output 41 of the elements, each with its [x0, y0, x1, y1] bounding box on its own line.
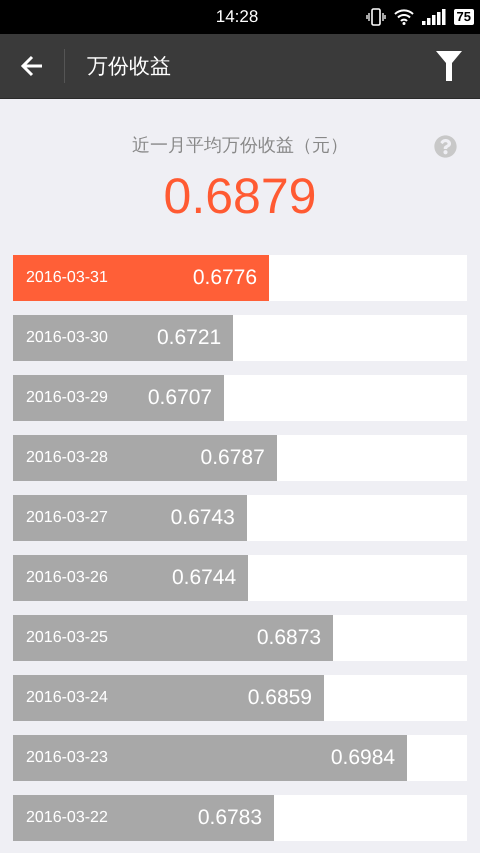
bar-track[interactable]: 2016-03-30 0.6721 [13, 315, 467, 361]
bar-value: 0.6721 [156, 326, 222, 350]
bar-date: 2016-03-25 [26, 629, 108, 647]
bar-date: 2016-03-27 [26, 509, 108, 527]
bar-track[interactable]: 2016-03-25 0.6873 [13, 615, 467, 661]
bar-track[interactable]: 2016-03-26 0.6744 [13, 555, 467, 601]
bar-date: 2016-03-26 [26, 569, 108, 587]
bar-date: 2016-03-30 [26, 329, 108, 347]
bar-value: 0.6744 [172, 566, 236, 590]
filter-icon [436, 51, 462, 81]
bar-track[interactable]: 2016-03-31 0.6776 [13, 255, 467, 301]
bar-track[interactable]: 2016-03-28 0.6787 [13, 435, 467, 481]
bar-value: 0.6787 [200, 446, 265, 470]
summary-label: 近一月平均万份收益（元） [132, 134, 348, 157]
bar-date: 2016-03-28 [26, 449, 108, 467]
bar-date: 2016-03-22 [26, 809, 108, 827]
bar-value: 0.6873 [256, 626, 322, 650]
battery-level: 75 [454, 9, 474, 25]
bar-track[interactable]: 2016-03-22 0.6783 [13, 795, 467, 841]
wifi-icon [394, 9, 414, 25]
bar-value: 0.6743 [170, 506, 235, 530]
vibrate-icon [366, 7, 386, 27]
signal-icon [422, 9, 446, 25]
bar-date: 2016-03-24 [26, 689, 108, 707]
bar-date: 2016-03-29 [26, 389, 108, 407]
bar-date: 2016-03-31 [26, 269, 108, 287]
back-arrow-icon [20, 55, 44, 77]
bar-value: 0.6783 [198, 806, 262, 830]
filter-button[interactable] [436, 51, 462, 81]
bar-track[interactable]: 2016-03-29 0.6707 [13, 375, 467, 421]
bar-date: 2016-03-23 [26, 749, 108, 767]
average-value: 0.6879 [164, 167, 316, 225]
bar-value: 0.6859 [248, 686, 312, 710]
bar-value: 0.6984 [330, 746, 396, 770]
bar-value: 0.6776 [192, 266, 258, 290]
clock-time: 14:28 [216, 7, 258, 27]
bar-track[interactable]: 2016-03-24 0.6859 [13, 675, 467, 721]
page-title: 万份收益 [87, 54, 171, 80]
bar-track[interactable]: 2016-03-23 0.6984 [13, 735, 467, 781]
bar-value: 0.6707 [148, 386, 212, 410]
bar-track[interactable]: 2016-03-27 0.6743 [13, 495, 467, 541]
